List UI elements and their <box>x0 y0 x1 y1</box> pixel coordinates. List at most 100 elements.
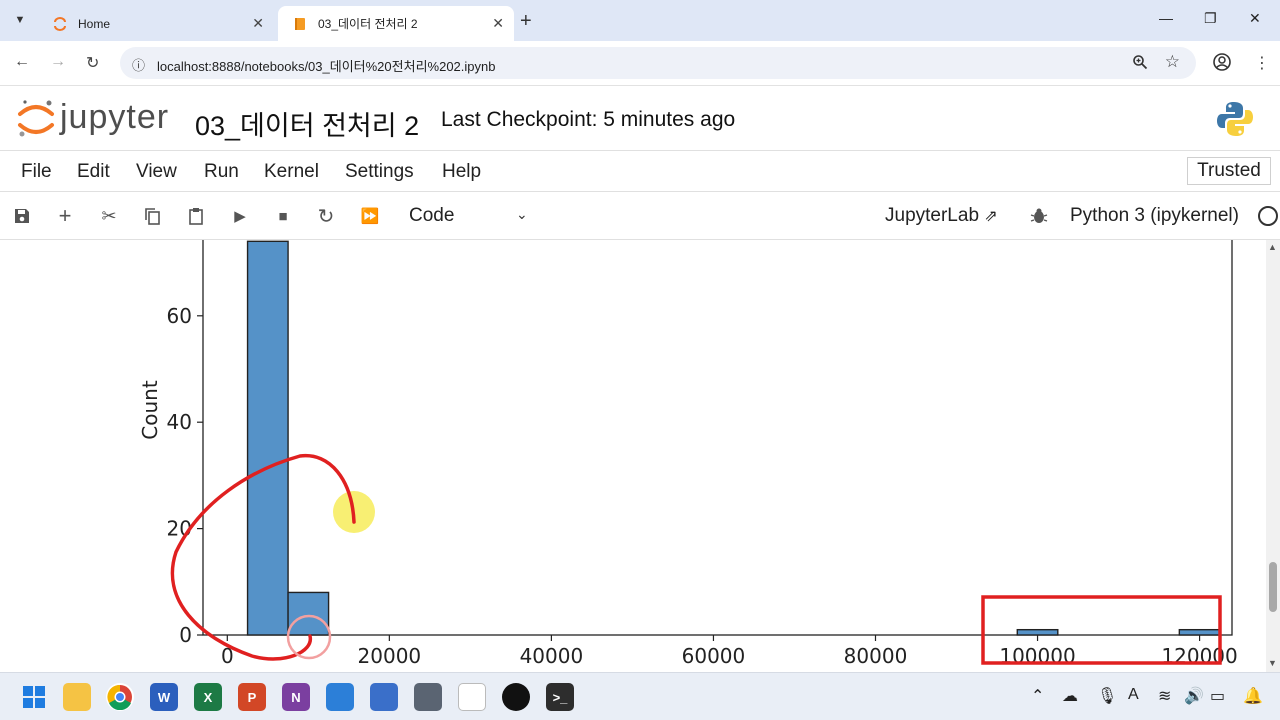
tab-title: Home <box>78 16 111 31</box>
histogram-bar-3 <box>1178 628 1221 636</box>
app-icon[interactable] <box>326 683 354 711</box>
cloud-icon[interactable]: ☁ <box>1062 686 1078 706</box>
notebook-toolbar: + ✂ ▶ ■ ↻ ⏩ Code ⌄ JupyterLab ⇗ Python 3… <box>0 192 1280 240</box>
kernel-name[interactable]: Python 3 (ipykernel) <box>1070 205 1239 227</box>
address-bar[interactable]: ⓘ localhost:8888/notebooks/03_데이터%20전처리%… <box>120 47 1196 79</box>
calculator-icon[interactable] <box>414 683 442 711</box>
notepad-icon[interactable] <box>370 683 398 711</box>
powerpoint-icon[interactable]: P <box>238 683 266 711</box>
notebook-output-area: 0 20 40 60 0 20000 40000 60000 80000 100000 12000… <box>0 240 1280 672</box>
run-all-icon[interactable]: ⏩ <box>358 204 382 228</box>
menu-settings[interactable]: Settings <box>345 161 414 183</box>
excel-icon[interactable]: X <box>194 683 222 711</box>
histogram-bar-2 <box>1016 628 1059 636</box>
jupyter-favicon-icon <box>52 16 68 32</box>
run-icon[interactable]: ▶ <box>228 204 252 228</box>
battery-icon[interactable]: ▭ <box>1210 686 1225 706</box>
file-explorer-icon[interactable] <box>63 683 91 711</box>
notebook-title[interactable]: 03_데이터 전처리 2 <box>195 104 419 143</box>
app-icon[interactable] <box>502 683 530 711</box>
x-tick-label: 20000 <box>358 644 422 668</box>
jupyter-logo-icon <box>18 100 54 137</box>
site-info-icon[interactable]: ⓘ <box>132 55 145 74</box>
volume-icon[interactable]: 🔊 <box>1184 686 1204 706</box>
save-icon[interactable] <box>10 204 34 228</box>
stop-icon[interactable]: ■ <box>271 204 295 228</box>
terminal-icon[interactable]: >_ <box>546 683 574 711</box>
x-tick-label: 80000 <box>844 644 908 668</box>
profile-icon[interactable] <box>1212 52 1232 77</box>
menu-edit[interactable]: Edit <box>77 161 110 183</box>
y-tick-label: 40 <box>167 410 192 434</box>
histogram-bar-0 <box>246 240 289 636</box>
windows-taskbar: W X P N >_ ⌃ ☁ 🎙 A ≋ 🔊 ▭ 🔔 <box>0 672 1280 720</box>
scroll-down-icon[interactable]: ▼ <box>1268 658 1277 668</box>
checkpoint-status: Last Checkpoint: 5 minutes ago <box>441 108 736 131</box>
plot-frame <box>202 240 1233 636</box>
wifi-icon[interactable]: ≋ <box>1158 686 1171 706</box>
jupyter-logo[interactable]: jupyter <box>16 96 176 140</box>
new-tab-icon[interactable]: + <box>520 10 532 33</box>
restart-icon[interactable]: ↻ <box>314 204 338 228</box>
more-menu-icon[interactable]: ⋮ <box>1254 53 1270 73</box>
tray-overflow-icon[interactable]: ⌃ <box>1031 686 1044 706</box>
tab-title: 03_데이터 전처리 2 <box>318 17 418 31</box>
close-tab-icon[interactable]: ✕ <box>252 15 264 32</box>
menu-run[interactable]: Run <box>204 161 239 183</box>
debugger-icon[interactable] <box>1027 204 1051 228</box>
input-method-icon[interactable]: A <box>1128 686 1139 704</box>
restore-icon[interactable]: ❐ <box>1204 10 1217 27</box>
word-icon[interactable]: W <box>150 683 178 711</box>
y-axis-label: Count <box>138 380 162 440</box>
minimize-icon[interactable]: — <box>1159 10 1173 26</box>
paste-icon[interactable] <box>184 204 208 228</box>
chevron-down-icon[interactable]: ⌄ <box>516 206 528 223</box>
tab-notebook[interactable]: 03_데이터 전처리 2 ✕ <box>278 6 514 41</box>
address-bar-row: ← → ↻ ⓘ localhost:8888/notebooks/03_데이터%… <box>0 41 1280 86</box>
vertical-scrollbar[interactable]: ▲ ▼ <box>1266 240 1280 672</box>
menu-help[interactable]: Help <box>442 161 481 183</box>
y-tick-label: 0 <box>179 623 192 647</box>
bookmark-star-icon[interactable]: ☆ <box>1165 52 1180 72</box>
x-tick-label: 40000 <box>520 644 584 668</box>
histogram-bar-1 <box>287 591 330 636</box>
tab-home[interactable]: Home ✕ <box>38 6 274 41</box>
start-icon[interactable] <box>20 683 48 711</box>
y-tick-label: 60 <box>167 304 192 328</box>
close-tab-icon[interactable]: ✕ <box>492 15 504 32</box>
x-tick-label: 60000 <box>682 644 746 668</box>
menu-bar: File Edit View Run Kernel Settings Help … <box>0 150 1280 192</box>
jupyterlab-label: JupyterLab <box>885 205 980 226</box>
kernel-status-icon <box>1258 206 1278 226</box>
zoom-icon[interactable] <box>1132 54 1148 74</box>
snipping-tool-icon[interactable] <box>458 683 486 711</box>
back-icon[interactable]: ← <box>14 53 30 71</box>
close-window-icon[interactable]: ✕ <box>1249 10 1261 27</box>
insert-cell-icon[interactable]: + <box>53 203 77 228</box>
open-jupyterlab-link[interactable]: JupyterLab ⇗ <box>885 205 998 227</box>
scroll-up-icon[interactable]: ▲ <box>1268 242 1277 252</box>
microphone-icon[interactable]: 🎙 <box>1097 686 1117 706</box>
histogram-chart: 0204060 0 20000 40000 60000 80000 100000 12000… <box>138 240 1238 668</box>
reload-icon[interactable]: ↻ <box>86 53 99 73</box>
trusted-indicator[interactable]: Trusted <box>1187 157 1271 185</box>
python-logo-icon <box>1217 102 1253 136</box>
jupyter-header: jupyter 03_데이터 전처리 2 Last Checkpoint: 5 … <box>0 86 1280 150</box>
menu-kernel[interactable]: Kernel <box>264 161 319 183</box>
notebook-favicon-icon <box>292 16 308 32</box>
cut-icon[interactable]: ✂ <box>97 204 121 228</box>
cell-type-select[interactable]: Code <box>409 205 454 227</box>
jupyter-wordmark: jupyter <box>60 98 170 136</box>
external-link-icon: ⇗ <box>984 208 998 225</box>
chrome-icon[interactable] <box>106 683 134 711</box>
tab-search-icon[interactable]: ▼ <box>8 8 32 32</box>
notification-bell-icon[interactable]: 🔔 <box>1243 686 1263 706</box>
forward-icon[interactable]: → <box>50 53 66 71</box>
url-text[interactable]: localhost:8888/notebooks/03_데이터%20전처리%20… <box>157 56 495 75</box>
menu-view[interactable]: View <box>136 161 177 183</box>
menu-file[interactable]: File <box>21 161 52 183</box>
copy-icon[interactable] <box>140 204 164 228</box>
scrollbar-thumb[interactable] <box>1269 562 1277 612</box>
browser-tab-strip: ▼ Home ✕ 03_데이터 전처리 2 ✕ + — ❐ ✕ <box>0 0 1280 41</box>
onenote-icon[interactable]: N <box>282 683 310 711</box>
